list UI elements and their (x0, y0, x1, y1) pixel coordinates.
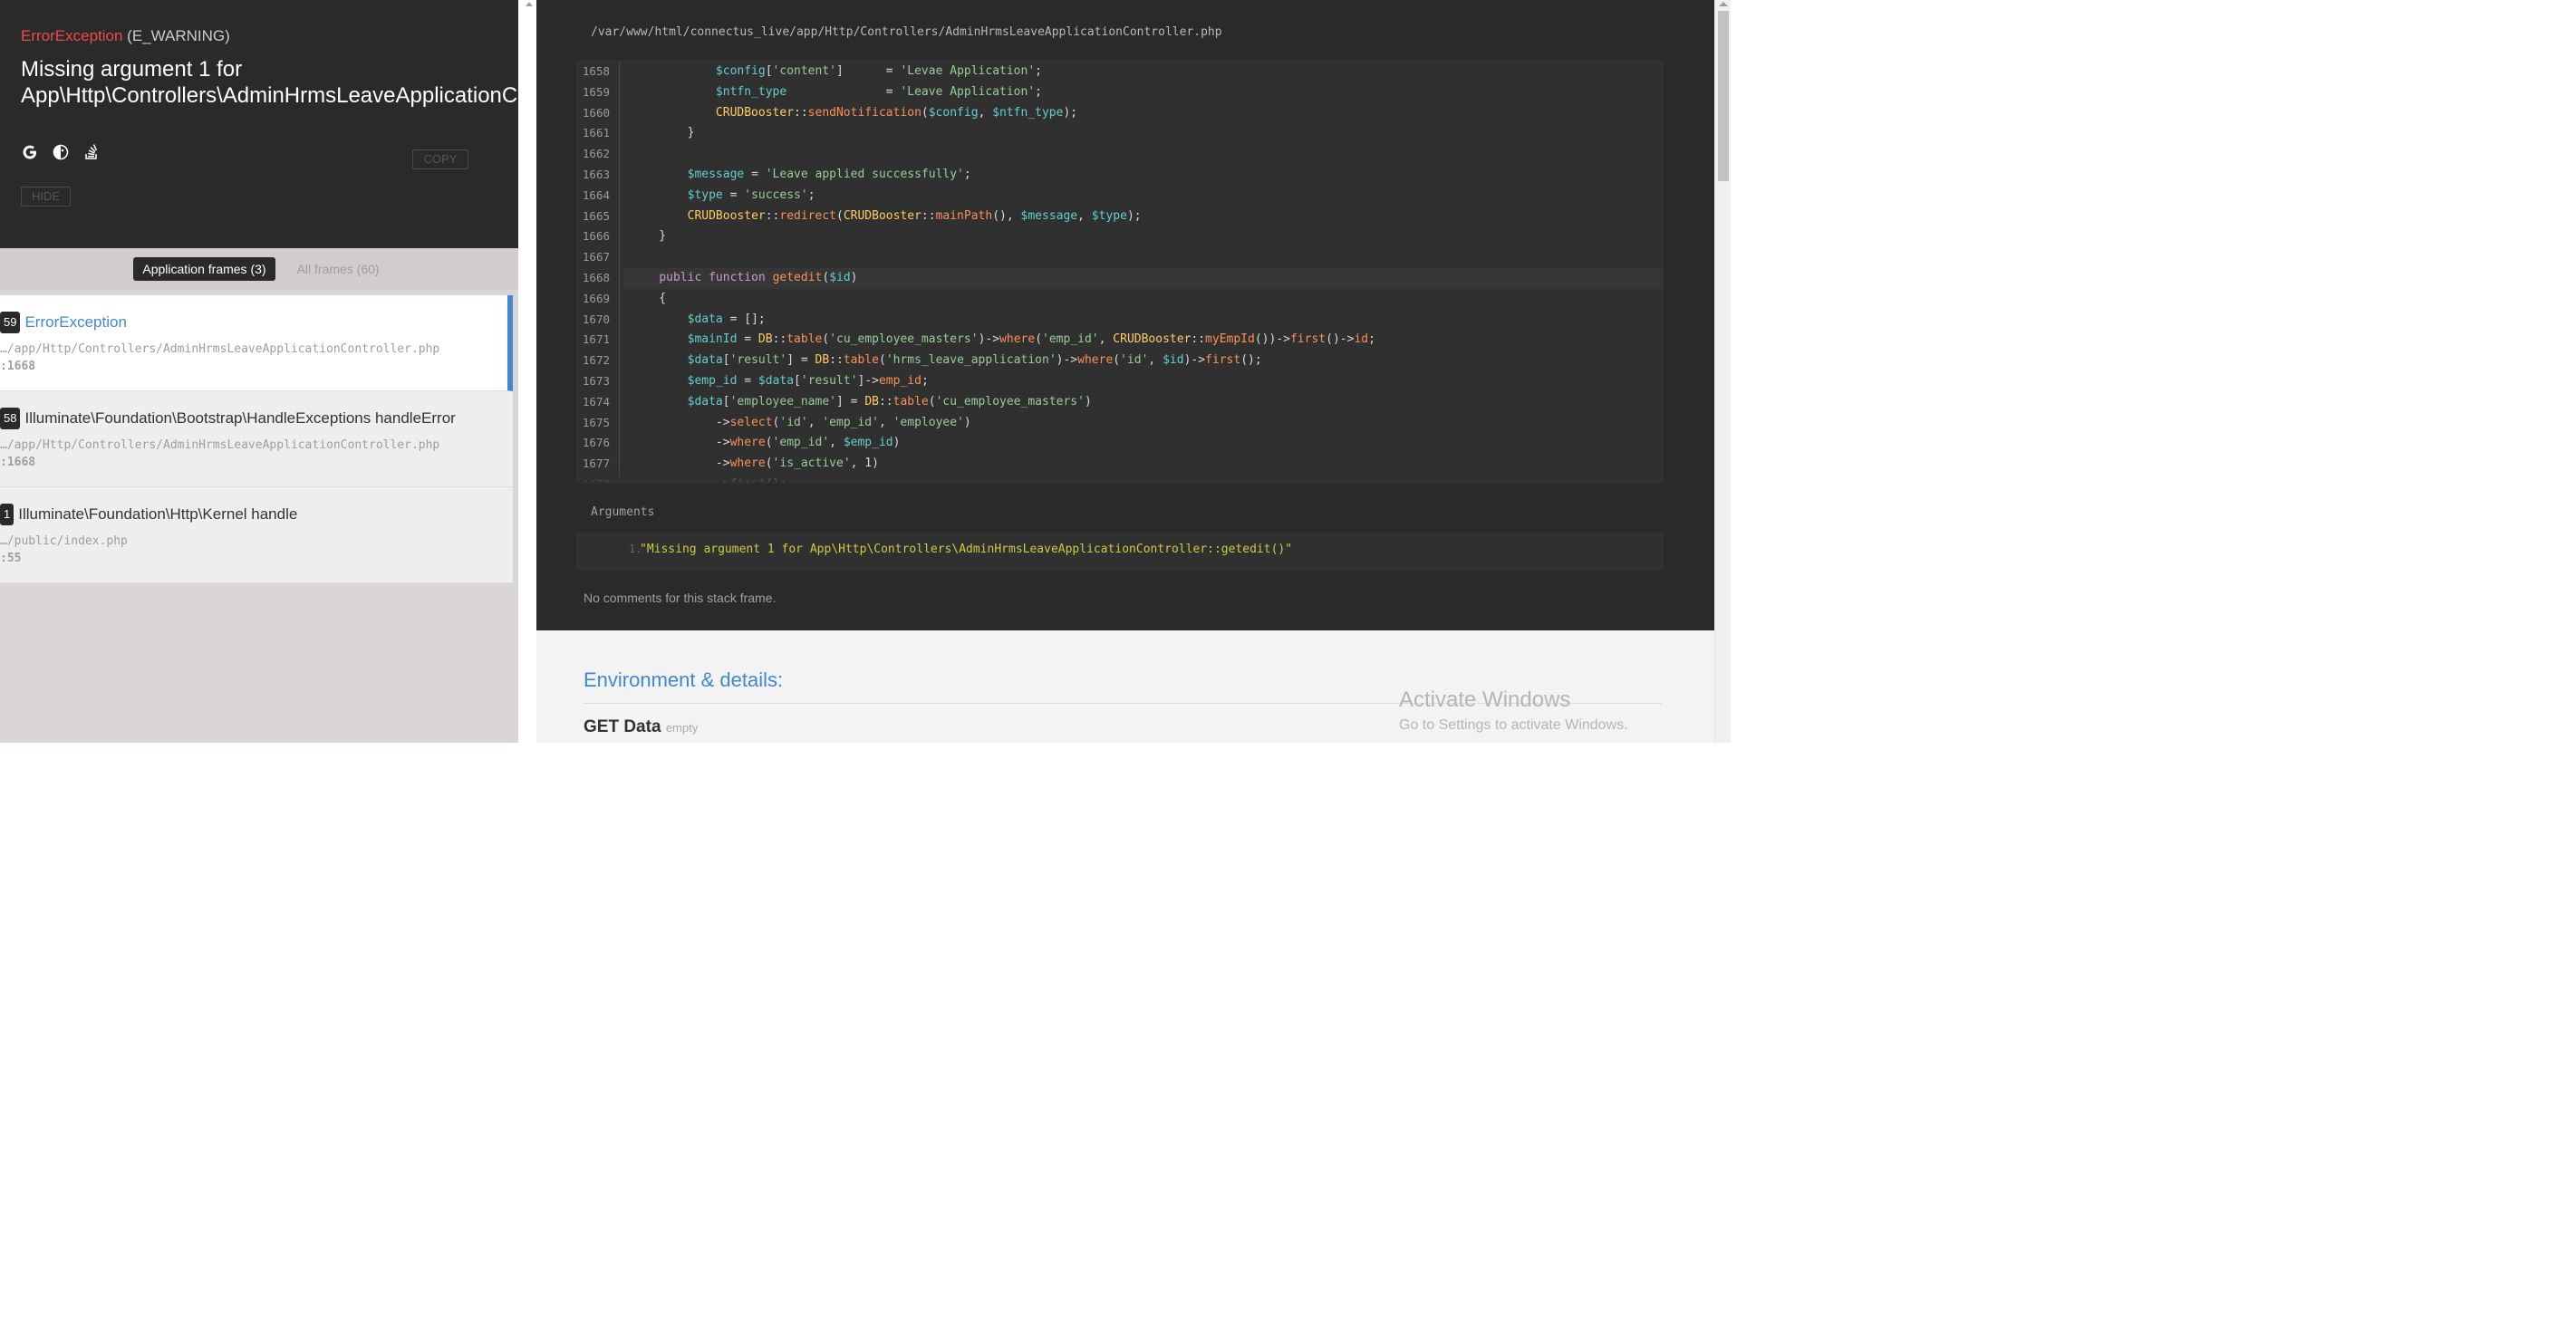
google-search-icon[interactable] (21, 143, 39, 161)
code-line: $message = 'Leave applied successfully'; (687, 167, 971, 181)
frame-line-number: :1668 (0, 456, 36, 469)
watermark-subtitle: Go to Settings to activate Windows. (1399, 717, 1628, 733)
line-number: 1670 (582, 312, 610, 326)
line-number: 1664 (582, 187, 610, 202)
left-panel-scroll-up-icon[interactable] (526, 2, 533, 6)
frame-file: …/public/index.php :55 (0, 533, 513, 567)
code-line: ->select('id', 'emp_id', 'employee') (631, 415, 971, 429)
code-line: } (631, 229, 667, 244)
frame-file-path: …/public/index.php (0, 534, 128, 548)
frame-file-path: …/app/Http/Controllers/AdminHrmsLeaveApp… (0, 342, 440, 356)
line-number: 1665 (582, 208, 610, 223)
activate-windows-watermark: Activate Windows Go to Settings to activ… (1399, 687, 1628, 735)
line-number: 1662 (582, 147, 610, 161)
line-number: 1661 (582, 126, 610, 140)
exception-type-line: ErrorException (E_WARNING) (21, 25, 518, 47)
line-number: 1675 (582, 415, 610, 429)
line-number: 1674 (582, 394, 610, 409)
application-frames-tab[interactable]: Application frames (3) (133, 257, 275, 281)
frame-title: 59 ErrorException (0, 312, 507, 333)
frames-list: 59 ErrorException …/app/Http/Controllers… (0, 295, 513, 583)
code-fade (576, 469, 1664, 484)
stackoverflow-search-icon[interactable] (82, 143, 101, 161)
frame-title: 1 Illuminate\Foundation\Http\Kernel hand… (0, 504, 513, 525)
frames-filter: Application frames (3) All frames (60) (0, 248, 518, 290)
line-number: 1669 (582, 291, 610, 305)
scroll-up-icon[interactable] (1719, 2, 1728, 6)
code-lines: $config['content'] = 'Levae Application'… (623, 62, 1664, 484)
code-panel: /var/www/html/connectus_live/app/Http/Co… (536, 0, 1714, 630)
code-line: } (631, 126, 695, 140)
line-number: 1667 (582, 250, 610, 264)
frame-title: 58 Illuminate\Foundation\Bootstrap\Handl… (0, 408, 513, 429)
code-line: $type = 'success'; (687, 187, 815, 202)
code-line: $data['result'] = DB::table('hrms_leave_… (687, 353, 1262, 368)
environment-title: Environment & details: (584, 668, 784, 691)
frame-class: Illuminate\Foundation\Bootstrap\HandleEx… (24, 409, 456, 427)
stack-frame[interactable]: 58 Illuminate\Foundation\Bootstrap\Handl… (0, 391, 513, 487)
code-line: $data = []; (687, 312, 766, 326)
frame-class: Illuminate\Foundation\Http\Kernel handle (18, 505, 298, 523)
code-line: { (631, 291, 667, 305)
stack-frames-panel: ErrorException (E_WARNING) Missing argum… (0, 0, 689, 743)
code-line: CRUDBooster::redirect(CRUDBooster::mainP… (687, 208, 1142, 223)
scrollbar-thumb[interactable] (1718, 11, 1729, 181)
get-data-heading: GET Data empty (584, 717, 698, 737)
watermark-title: Activate Windows (1399, 687, 1571, 712)
line-number: 1668 (582, 270, 610, 284)
argument-value: "Missing argument 1 for App\Http\Control… (640, 543, 1293, 556)
exception-severity: (E_WARNING) (127, 27, 230, 44)
frame-file: …/app/Http/Controllers/AdminHrmsLeaveApp… (0, 437, 513, 471)
get-data-label: GET Data (584, 717, 661, 736)
arguments-box: 1. "Missing argument 1 for App\Http\Cont… (576, 533, 1664, 571)
line-number: 1672 (582, 353, 610, 368)
frame-index: 59 (0, 312, 21, 333)
line-number: 1663 (582, 167, 610, 181)
frame-index: 1 (0, 504, 14, 525)
code-line: $emp_id = $data['result']->emp_id; (687, 373, 929, 388)
code-line: public function getedit($id) (623, 267, 1664, 289)
frame-file-path-header: /var/www/html/connectus_live/app/Http/Co… (591, 25, 1222, 39)
arguments-label: Arguments (591, 505, 655, 519)
code-line: $mainId = DB::table('cu_employee_masters… (687, 332, 1375, 347)
line-number: 1676 (582, 436, 610, 450)
exception-header: ErrorException (E_WARNING) Missing argum… (0, 0, 689, 248)
line-number: 1660 (582, 105, 610, 120)
line-number: 1658 (582, 64, 610, 78)
page-scrollbar[interactable] (1714, 0, 1731, 743)
no-comments-text: No comments for this stack frame. (584, 591, 777, 605)
line-number: 1666 (582, 229, 610, 244)
search-links (21, 143, 101, 161)
frame-line-number: :55 (0, 552, 22, 565)
code-line: ->where('emp_id', $emp_id) (631, 436, 901, 450)
hide-button[interactable]: HIDE (21, 187, 71, 207)
exception-message: Missing argument 1 for App\Http\Controll… (21, 57, 689, 108)
code-line: $data['employee_name'] = DB::table('cu_e… (687, 394, 1092, 409)
stack-frame[interactable]: 1 Illuminate\Foundation\Http\Kernel hand… (0, 487, 513, 583)
duckduckgo-search-icon[interactable] (52, 143, 70, 161)
frame-class: ErrorException (24, 313, 127, 331)
copy-button[interactable]: COPY (412, 149, 468, 169)
stack-frame[interactable]: 59 ErrorException …/app/Http/Controllers… (0, 295, 513, 391)
line-number: 1671 (582, 332, 610, 347)
line-number: 1659 (582, 84, 610, 99)
code-line: $config['content'] = 'Levae Application'… (715, 64, 1042, 78)
line-numbers: 1658 1659 1660 1661 1662 1663 1664 1665 1666 1667… (576, 62, 620, 484)
line-number: 1673 (582, 373, 610, 388)
get-data-empty: empty (665, 721, 699, 735)
exception-class: ErrorException (21, 27, 123, 44)
frame-file: …/app/Http/Controllers/AdminHrmsLeaveApp… (0, 341, 507, 375)
code-line: $ntfn_type = 'Leave Application'; (715, 84, 1042, 99)
frame-line-number: :1668 (0, 360, 36, 373)
code-block: 1658 1659 1660 1661 1662 1663 1664 1665 1666 1667… (576, 60, 1664, 484)
frame-file-path: …/app/Http/Controllers/AdminHrmsLeaveApp… (0, 438, 440, 452)
code-line: CRUDBooster::sendNotification($config, $… (715, 105, 1078, 120)
frame-index: 58 (0, 408, 21, 429)
all-frames-tab[interactable]: All frames (60) (288, 257, 389, 281)
